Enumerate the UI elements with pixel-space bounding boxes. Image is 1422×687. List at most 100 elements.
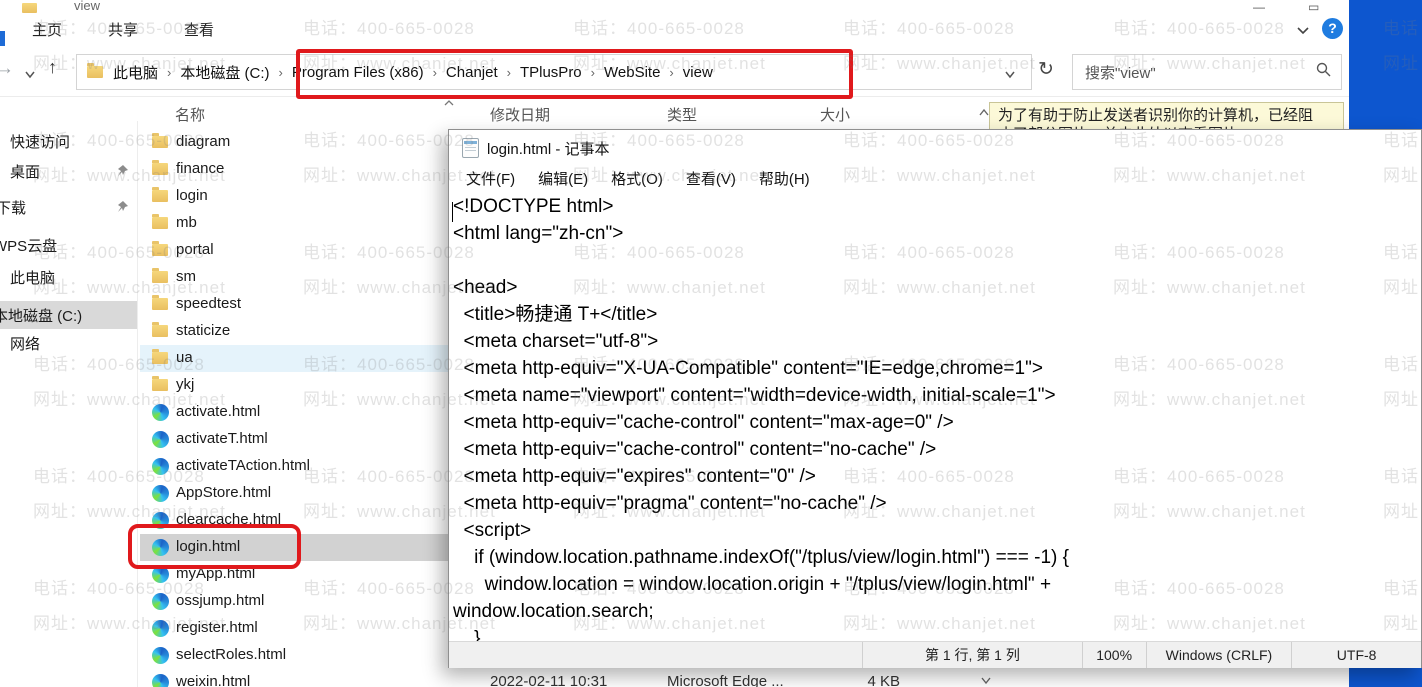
ribbon-tab[interactable]: 查看 [170, 19, 228, 40]
sidebar-item-label: 下载 [0, 199, 27, 217]
forward-button[interactable]: → [0, 58, 14, 80]
file-name: weixin.html [176, 673, 251, 687]
menu-item[interactable]: 查看(V) [680, 166, 742, 191]
status-cursor-position: 第 1 行, 第 1 列 [862, 642, 1082, 668]
help-button[interactable]: ? [1322, 18, 1343, 39]
ribbon-tab[interactable]: 共享 [94, 19, 152, 40]
sidebar-item[interactable]: 下载 [0, 193, 137, 221]
code-line: if (window.location.pathname.indexOf("/t… [453, 547, 1069, 568]
code-line: <script> [453, 520, 532, 541]
code-line: } [453, 628, 481, 641]
code-line: <meta charset="utf-8"> [453, 331, 659, 352]
column-header-type[interactable]: 类型 [667, 104, 697, 125]
folder-icon [152, 241, 168, 256]
file-name: sm [176, 268, 196, 285]
folder-icon [152, 376, 168, 391]
file-row[interactable]: weixin.html 2022-02-11 10:31 Microsoft E… [140, 669, 976, 687]
code-line: <!DOCTYPE html> [453, 196, 614, 217]
menu-item[interactable]: 帮助(H) [753, 166, 816, 191]
up-button[interactable]: ↑ [48, 57, 57, 78]
breadcrumb-segment[interactable]: 本地磁盘 (C:) › [180, 62, 292, 83]
search-input[interactable]: 搜索"view" [1072, 54, 1342, 90]
navigation-pane: 快速访问 桌面 下载 WPS云盘 此电脑 本地磁盘 (C:) 网络 [0, 121, 138, 687]
explorer-titlebar[interactable]: view — ▭ [0, 0, 1349, 13]
status-spacer [449, 642, 862, 668]
search-value: 搜索"view" [1085, 64, 1156, 82]
code-line: <meta http-equiv="cache-control" content… [453, 439, 937, 460]
menu-item[interactable]: 文件(F) [460, 166, 521, 191]
code-line: window.location = window.location.origin… [453, 574, 1052, 595]
code-line: <meta http-equiv="expires" content="0" /… [453, 466, 816, 487]
menu-item[interactable]: 格式(O) [605, 166, 669, 191]
sidebar-item-label: 快速访问 [10, 133, 71, 151]
code-line: <meta name="viewport" content="width=dev… [453, 385, 1056, 406]
status-zoom-level: 100% [1081, 642, 1146, 668]
sidebar-item[interactable]: 桌面 [0, 157, 137, 185]
sidebar-item-label: 网络 [10, 335, 41, 353]
sidebar-item[interactable]: 快速访问 [0, 127, 137, 155]
notepad-titlebar[interactable]: login.html - 记事本 — ✕ [449, 130, 1421, 164]
edge-browser-icon [152, 593, 169, 610]
file-name: mb [176, 214, 197, 231]
notepad-icon [462, 138, 479, 158]
file-name: login [176, 187, 208, 204]
file-type: Microsoft Edge ... [667, 673, 784, 687]
sidebar-item[interactable]: 本地磁盘 (C:) [0, 301, 137, 329]
breadcrumb-segment[interactable]: 此电脑 › [113, 62, 180, 83]
file-name: register.html [176, 619, 258, 636]
file-name: activateTAction.html [176, 457, 310, 474]
sidebar-item-label: WPS云盘 [0, 237, 58, 255]
file-name: finance [176, 160, 225, 177]
code-line: <meta http-equiv="cache-control" content… [453, 412, 954, 433]
edge-browser-icon [152, 404, 169, 421]
sidebar-item-label: 本地磁盘 (C:) [0, 307, 83, 325]
search-icon[interactable] [1316, 62, 1331, 82]
maximize-icon[interactable]: ▭ [1308, 0, 1319, 13]
folder-icon [152, 322, 168, 337]
address-dropdown-icon[interactable] [1004, 66, 1016, 84]
file-name: diagram [176, 133, 231, 150]
annotation-box-login [128, 524, 301, 569]
code-line: <title>畅捷通 T+</title> [453, 304, 658, 325]
chevron-down-icon[interactable] [24, 66, 36, 84]
status-encoding: UTF-8 [1291, 642, 1421, 668]
ribbon-tabs: 主页 共享 查看 [0, 13, 1349, 47]
folder-icon [152, 133, 168, 148]
notepad-window: login.html - 记事本 — ✕ 文件(F) 编辑(E) 格式(O) 查看(V… [448, 129, 1422, 668]
folder-icon [152, 160, 168, 175]
file-name: ossjump.html [176, 592, 265, 609]
screen: view — ▭ 主页 共享 查看 ? → ↑ 此电脑 › 本地磁盘 (C:) › Prog… [0, 0, 1422, 687]
menu-item[interactable]: 编辑(E) [532, 166, 594, 191]
sidebar-item[interactable]: 此电脑 [0, 263, 137, 291]
pin-icon [116, 200, 129, 217]
sidebar-item[interactable]: 网络 [0, 329, 137, 357]
sidebar-item[interactable]: WPS云盘 [0, 231, 137, 259]
breadcrumb-separator-icon: › [278, 64, 283, 80]
status-line-ending: Windows (CRLF) [1145, 642, 1292, 668]
column-header-name[interactable]: 名称 [175, 104, 205, 125]
code-line: <html lang="zh-cn"> [453, 223, 624, 244]
column-header-size[interactable]: 大小 [820, 104, 850, 125]
file-name: AppStore.html [176, 484, 272, 501]
file-size: 4 KB [867, 673, 900, 687]
code-line: <head> [453, 277, 518, 298]
file-name: activate.html [176, 403, 261, 420]
folder-icon [152, 268, 168, 283]
refresh-icon[interactable]: ↻ [1038, 58, 1054, 81]
edge-browser-icon [152, 431, 169, 448]
pin-icon [116, 164, 129, 181]
sidebar-item-label: 此电脑 [10, 269, 56, 287]
file-name: activateT.html [176, 430, 268, 447]
chevron-down-icon[interactable] [1296, 22, 1314, 36]
minimize-icon[interactable]: — [1253, 0, 1265, 13]
ribbon-tab[interactable]: 主页 [18, 19, 76, 40]
breadcrumb-separator-icon: › [167, 64, 172, 80]
column-header-modified[interactable]: 修改日期 [490, 104, 550, 125]
edge-browser-icon [152, 620, 169, 637]
explorer-window-title: view [74, 0, 101, 13]
file-name: ua [176, 349, 193, 366]
notepad-text-area[interactable]: <!DOCTYPE html> <html lang="zh-cn"> <head>… [449, 193, 1421, 641]
scrollbar-down-icon[interactable] [980, 672, 992, 687]
file-name: ykj [176, 376, 195, 393]
